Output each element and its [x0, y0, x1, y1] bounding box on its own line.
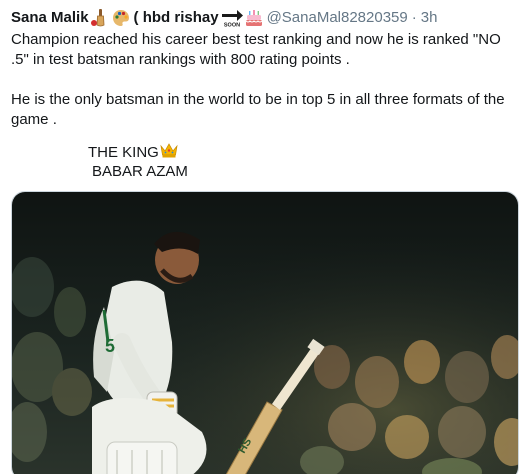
the-king-text: THE KING	[88, 144, 159, 161]
artist-palette-icon	[112, 10, 129, 26]
tweet-paragraph-1: Champion reached his career best test ra…	[11, 31, 501, 68]
author-display-name[interactable]: Sana Malik	[11, 8, 89, 28]
babar-azam-text: BABAR AZAM	[92, 163, 188, 180]
cricket-bat-icon	[90, 9, 104, 27]
separator-dot: ·	[411, 9, 417, 26]
cricket-photo: 56 HS	[12, 192, 518, 474]
birthday-cake-icon	[245, 10, 262, 26]
tweet-header: Sana Malik ( hbd rishay SOON @SanaMal828…	[11, 8, 437, 28]
author-display-name-suffix[interactable]: ( hbd rishay	[134, 8, 219, 28]
tweet-timestamp[interactable]: 3h	[421, 8, 438, 28]
crown-icon	[160, 143, 178, 158]
tweet-paragraph-2: He is the only batsman in the world to b…	[11, 91, 505, 128]
tweet-media-photo[interactable]: 56 HS	[11, 191, 519, 474]
tweet-text: Champion reached his career best test ra…	[11, 30, 521, 130]
svg-text:SOON: SOON	[223, 23, 239, 28]
author-handle[interactable]: @SanaMal82820359	[267, 8, 408, 28]
tweet[interactable]: Sana Malik ( hbd rishay SOON @SanaMal828…	[0, 0, 532, 474]
the-king-line: THE KING	[88, 142, 178, 163]
soon-arrow-icon: SOON	[221, 10, 243, 28]
